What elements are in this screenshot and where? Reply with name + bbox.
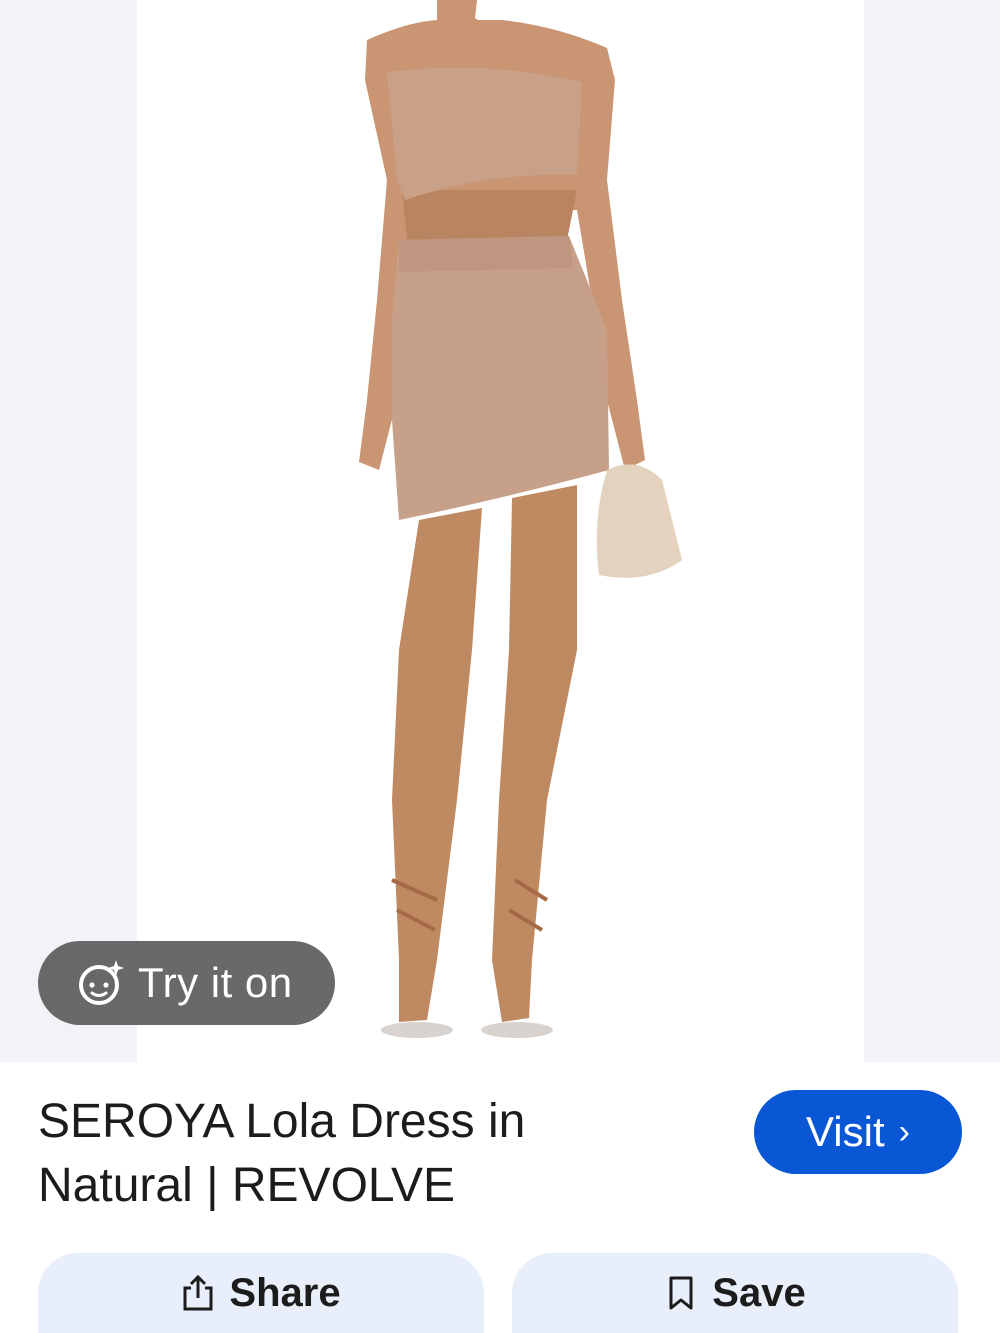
model-illustration [359, 0, 682, 1038]
save-label: Save [712, 1270, 806, 1315]
chevron-right-icon: › [898, 1112, 910, 1151]
try-it-on-button[interactable]: Try it on [38, 941, 335, 1025]
product-photo[interactable] [137, 0, 864, 1062]
visit-button[interactable]: Visit › [754, 1090, 962, 1174]
share-icon [183, 1274, 213, 1311]
bookmark-icon [669, 1276, 693, 1310]
save-button[interactable]: Save [512, 1253, 958, 1333]
share-button[interactable]: Share [38, 1253, 484, 1333]
try-it-on-label: Try it on [138, 959, 293, 1006]
share-label: Share [229, 1270, 341, 1315]
face-sparkle-icon [79, 960, 124, 1005]
image-preview[interactable]: Try it on [0, 0, 1000, 1062]
result-title[interactable]: SEROYA Lola Dress in Natural | REVOLVE [38, 1090, 678, 1218]
visit-label: Visit [806, 1108, 885, 1155]
